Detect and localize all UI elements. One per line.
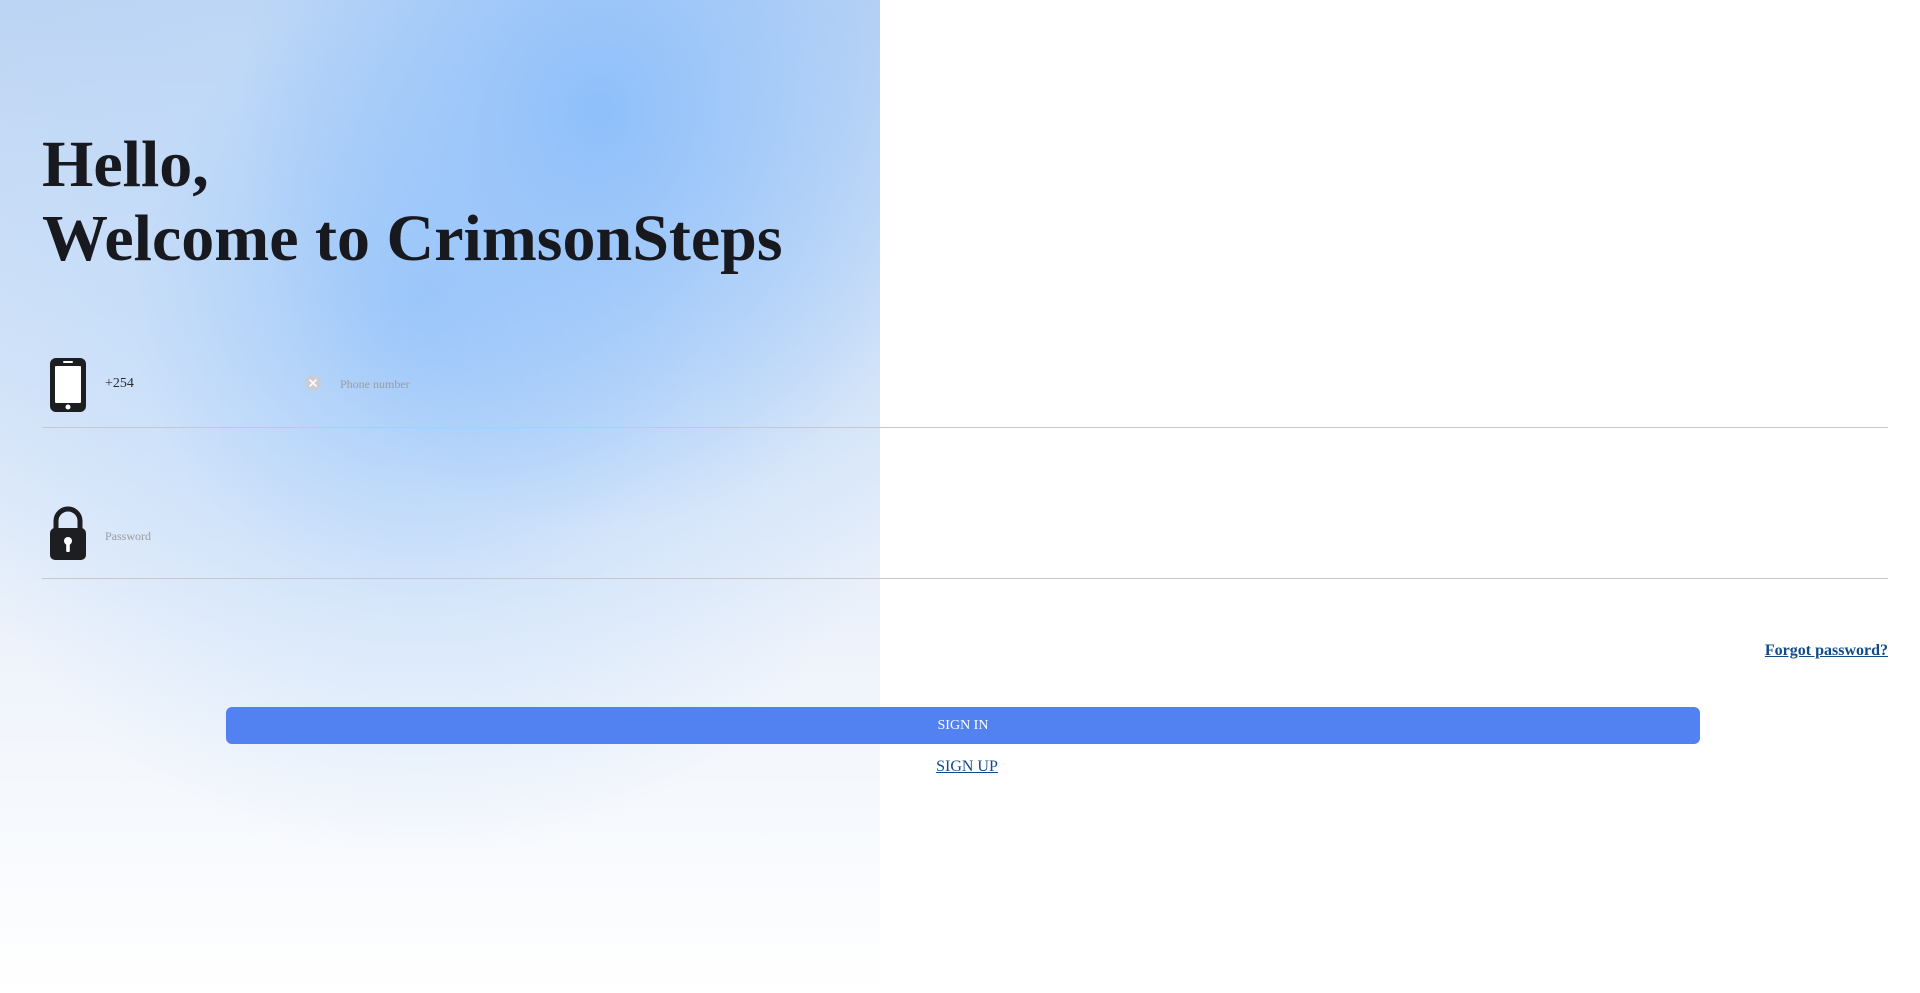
phone-field: +254 [42, 337, 1888, 428]
country-code-prefix[interactable]: +254 [105, 376, 134, 392]
login-page: Hello, Welcome to CrimsonSteps +254 Forg… [0, 0, 1920, 993]
lock-icon [50, 506, 86, 560]
password-field [42, 488, 1888, 579]
clear-icon[interactable] [304, 374, 322, 392]
password-input[interactable] [105, 528, 1005, 544]
greeting-line: Hello, [42, 128, 209, 201]
sign-up-link[interactable]: SIGN UP [936, 758, 998, 775]
page-title: Hello, Welcome to CrimsonSteps [42, 128, 783, 276]
sign-in-button[interactable]: SIGN IN [226, 707, 1700, 744]
forgot-password-link[interactable]: Forgot password? [1765, 642, 1888, 660]
welcome-line: Welcome to CrimsonSteps [42, 202, 783, 275]
sign-up-container: SIGN UP [0, 758, 1920, 776]
phone-icon [50, 358, 86, 412]
phone-number-input[interactable] [340, 376, 1040, 392]
